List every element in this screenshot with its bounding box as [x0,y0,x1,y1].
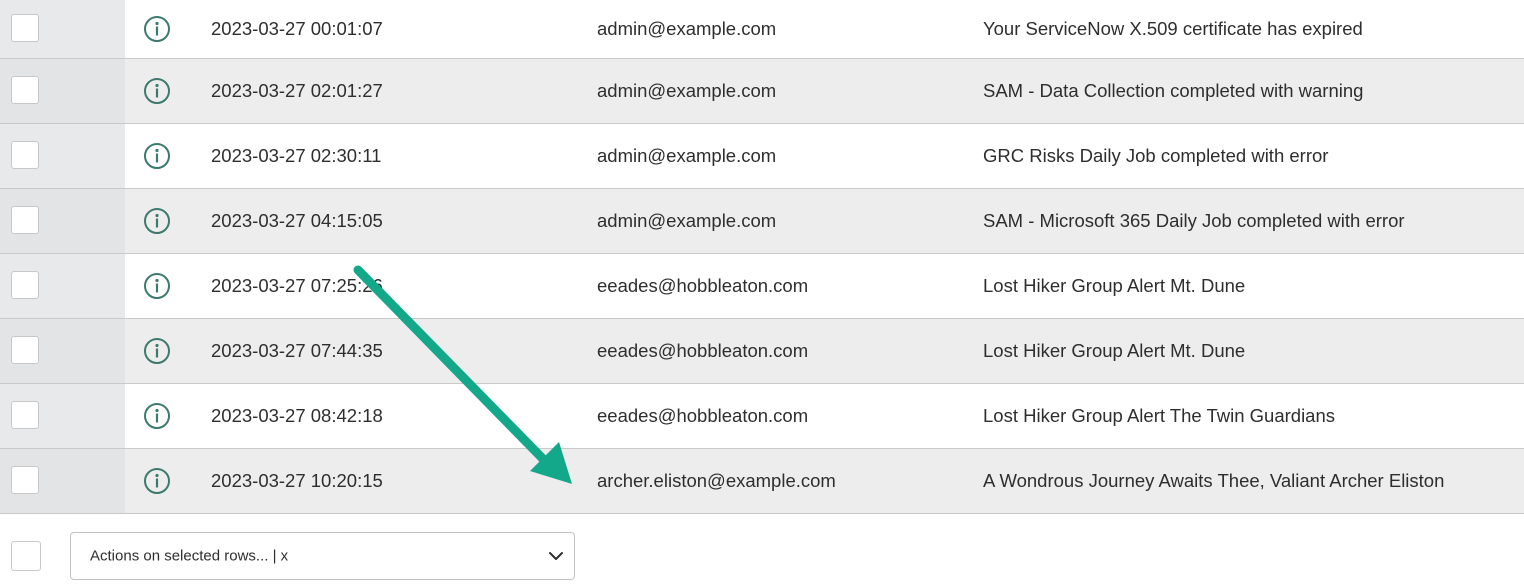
chevron-down-icon [549,552,563,560]
table-row: 2023-03-27 08:42:18 eeades@hobbleaton.co… [0,384,1524,449]
info-icon[interactable] [143,142,171,170]
row-checkbox[interactable] [11,271,39,299]
subject: SAM - Data Collection completed with war… [983,80,1364,101]
info-icon[interactable] [143,402,171,430]
table-row: 2023-03-27 07:44:35 eeades@hobbleaton.co… [0,319,1524,384]
row-checkbox[interactable] [11,76,39,104]
list-footer: Actions on selected rows... | x [0,518,1524,586]
user-email: admin@example.com [597,18,777,39]
created-date: 2023-03-27 02:30:11 [211,145,382,166]
records-table: 2023-03-27 00:01:07 admin@example.com Yo… [0,0,1524,514]
subject: Lost Hiker Group Alert The Twin Guardian… [983,405,1336,426]
actions-select[interactable]: Actions on selected rows... | x [70,532,575,580]
table-row: 2023-03-27 00:01:07 admin@example.com Yo… [0,0,1524,59]
info-icon[interactable] [143,337,171,365]
user-email: admin@example.com [597,80,777,101]
table-row: 2023-03-27 02:01:27 admin@example.com SA… [0,59,1524,124]
info-icon[interactable] [143,15,171,43]
info-icon[interactable] [143,467,171,495]
user-email: eeades@hobbleaton.com [597,275,809,296]
subject: Lost Hiker Group Alert Mt. Dune [983,340,1246,361]
user-email: eeades@hobbleaton.com [597,340,809,361]
row-select-cell [0,449,125,513]
table-row: 2023-03-27 07:25:26 eeades@hobbleaton.co… [0,254,1524,319]
created-date: 2023-03-27 02:01:27 [211,80,383,101]
info-icon[interactable] [143,77,171,105]
user-email: admin@example.com [597,145,777,166]
subject: Lost Hiker Group Alert Mt. Dune [983,275,1246,296]
info-icon[interactable] [143,272,171,300]
created-date: 2023-03-27 04:15:05 [211,210,383,231]
subject: GRC Risks Daily Job completed with error [983,145,1329,166]
row-checkbox[interactable] [11,336,39,364]
table-row: 2023-03-27 02:30:11 admin@example.com GR… [0,124,1524,189]
created-date: 2023-03-27 08:42:18 [211,405,383,426]
subject: Your ServiceNow X.509 certificate has ex… [983,18,1363,39]
row-select-cell [0,59,125,123]
user-email: admin@example.com [597,210,777,231]
list-page: 2023-03-27 00:01:07 admin@example.com Yo… [0,0,1524,586]
subject: SAM - Microsoft 365 Daily Job completed … [983,210,1405,231]
created-date: 2023-03-27 07:44:35 [211,340,383,361]
user-email: archer.eliston@example.com [597,470,836,491]
created-date: 2023-03-27 10:20:15 [211,470,383,491]
user-email: eeades@hobbleaton.com [597,405,809,426]
info-icon[interactable] [143,207,171,235]
row-checkbox[interactable] [11,14,39,42]
row-select-cell [0,319,125,383]
actions-select-label: Actions on selected rows... | x [90,547,289,565]
row-checkbox[interactable] [11,141,39,169]
row-select-cell [0,384,125,448]
row-checkbox[interactable] [11,401,39,429]
row-select-cell [0,189,125,253]
table-row: 2023-03-27 04:15:05 admin@example.com SA… [0,189,1524,254]
table-row: 2023-03-27 10:20:15 archer.eliston@examp… [0,449,1524,514]
select-all-checkbox[interactable] [11,541,41,571]
row-checkbox[interactable] [11,206,39,234]
subject: A Wondrous Journey Awaits Thee, Valiant … [983,470,1445,491]
row-select-cell [0,124,125,188]
row-select-cell [0,0,125,58]
row-checkbox[interactable] [11,466,39,494]
created-date: 2023-03-27 07:25:26 [211,275,383,296]
created-date: 2023-03-27 00:01:07 [211,18,383,39]
row-select-cell [0,254,125,318]
